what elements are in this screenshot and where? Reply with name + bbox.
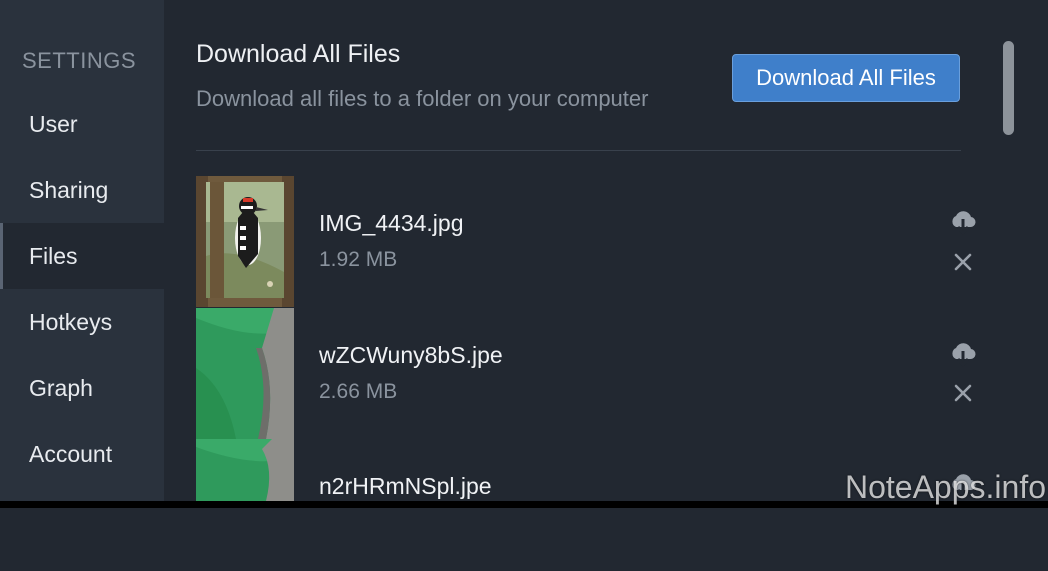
file-name: n2rHRmNSpl.jpe: [319, 473, 492, 499]
file-row: IMG_4434.jpg 1.92 MB: [196, 176, 976, 308]
close-icon[interactable]: [948, 247, 978, 277]
sidebar-item-user[interactable]: User: [0, 91, 164, 157]
section-divider: [196, 150, 961, 151]
download-all-description: Download all files to a folder on your c…: [196, 86, 649, 111]
scrollbar-thumb[interactable]: [1003, 41, 1014, 135]
settings-sidebar: SETTINGS User Sharing Files Hotkeys Grap…: [0, 0, 164, 508]
sidebar-item-sharing[interactable]: Sharing: [0, 157, 164, 223]
file-name: IMG_4434.jpg: [319, 210, 464, 236]
file-size: 2.66 MB: [319, 380, 398, 403]
settings-heading: SETTINGS: [22, 48, 137, 73]
close-icon[interactable]: [948, 378, 978, 408]
watermark: NoteApps.info: [844, 469, 1046, 505]
download-all-title: Download All Files: [196, 40, 401, 68]
files-settings-panel: Download All Files Download all files to…: [164, 0, 1048, 508]
cloud-download-icon[interactable]: [948, 339, 978, 369]
vertical-scrollbar[interactable]: [998, 36, 1018, 508]
file-name: wZCWuny8bS.jpe: [319, 342, 503, 368]
file-row: wZCWuny8bS.jpe 2.66 MB: [196, 308, 976, 440]
download-all-button[interactable]: Download All Files: [732, 54, 960, 102]
file-thumbnail[interactable]: [196, 176, 294, 307]
file-thumbnail[interactable]: [196, 308, 294, 439]
sidebar-item-graph[interactable]: Graph: [0, 355, 164, 421]
sidebar-item-hotkeys[interactable]: Hotkeys: [0, 289, 164, 355]
sidebar-item-files[interactable]: Files: [0, 223, 164, 289]
file-thumbnail[interactable]: [196, 439, 294, 501]
sidebar-item-account[interactable]: Account: [0, 421, 164, 487]
file-size: 1.92 MB: [319, 248, 398, 271]
cloud-download-icon[interactable]: [948, 207, 978, 237]
